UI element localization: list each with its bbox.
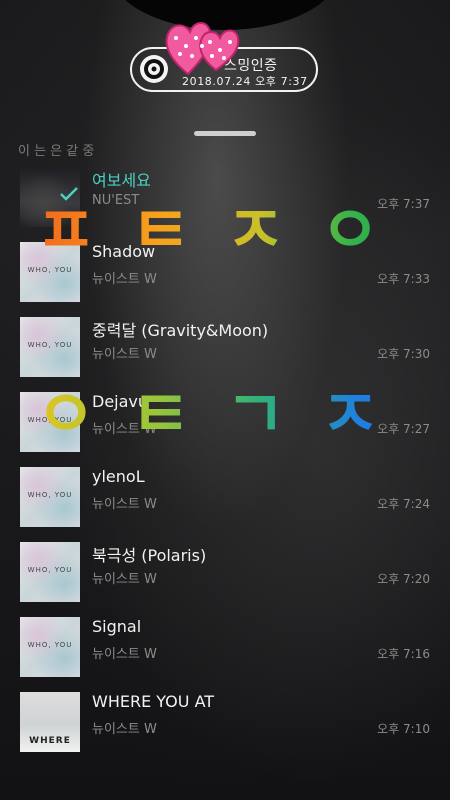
album-art-text: WHO, YOU (27, 266, 73, 274)
song-artist: 뉴이스트 W (92, 497, 157, 512)
list-item[interactable]: 여보세요 NU'EST 오후 7:37 (0, 165, 450, 240)
song-artist: 뉴이스트 W (92, 722, 157, 737)
album-art-text: WHO, YOU (27, 341, 73, 349)
list-item[interactable]: WHO, YOU ylenoL 뉴이스트 W 오후 7:24 (0, 465, 450, 540)
song-title: 북극성 (Polaris) (92, 546, 207, 565)
song-title: ylenoL (92, 467, 145, 486)
album-art-text: WHERE (29, 736, 71, 746)
song-title: Dejavu (92, 392, 149, 411)
list-item[interactable]: WHO, YOU 중력달 (Gravity&Moon) 뉴이스트 W 오후 7:30 (0, 315, 450, 390)
album-art: WHO, YOU (20, 542, 80, 602)
hearts-sticker (165, 22, 240, 76)
played-time: 오후 7:24 (377, 497, 430, 511)
album-art: WHO, YOU (20, 467, 80, 527)
album-art-text: WHO, YOU (27, 491, 73, 499)
checkmark-icon (60, 187, 78, 201)
song-artist: 뉴이스트 W (92, 572, 157, 587)
album-art: WHO, YOU (20, 617, 80, 677)
drag-handle[interactable] (194, 131, 256, 136)
album-art-text: WHO, YOU (27, 641, 73, 649)
song-title: Shadow (92, 242, 156, 261)
song-artist: 뉴이스트 W (92, 647, 157, 662)
album-art: WHERE (20, 692, 80, 752)
album-art-text: WHO, YOU (27, 416, 73, 424)
played-time: 오후 7:27 (377, 422, 430, 436)
song-artist: 뉴이스트 W (92, 272, 157, 287)
played-time: 오후 7:30 (377, 347, 430, 361)
album-art-text: WHO, YOU (27, 566, 73, 574)
song-title: 중력달 (Gravity&Moon) (92, 321, 269, 340)
song-artist: 뉴이스트 W (92, 422, 157, 437)
list-item[interactable]: WHO, YOU Dejavu 뉴이스트 W 오후 7:27 (0, 390, 450, 465)
song-title: Signal (92, 617, 142, 636)
song-title: WHERE YOU AT (92, 692, 215, 711)
album-art: WHO, YOU (20, 317, 80, 377)
played-time: 오후 7:16 (377, 647, 430, 661)
list-item[interactable]: WHO, YOU Shadow 뉴이스트 W 오후 7:33 (0, 240, 450, 315)
album-art: WHO, YOU (20, 392, 80, 452)
album-art (20, 167, 80, 227)
played-time: 오후 7:20 (377, 572, 430, 586)
played-time: 오후 7:37 (377, 197, 430, 211)
song-title: 여보세요 (92, 171, 151, 190)
played-time: 오후 7:10 (377, 722, 430, 736)
faint-text: 이 는 은 같 중 (18, 144, 95, 158)
song-artist: NU'EST (92, 193, 140, 208)
list-item[interactable]: WHO, YOU 북극성 (Polaris) 뉴이스트 W 오후 7:20 (0, 540, 450, 615)
album-art: WHO, YOU (20, 242, 80, 302)
played-time: 오후 7:33 (377, 272, 430, 286)
song-artist: 뉴이스트 W (92, 347, 157, 362)
list-item[interactable]: WHERE WHERE YOU AT 뉴이스트 W 오후 7:10 (0, 690, 450, 765)
list-item[interactable]: WHO, YOU Signal 뉴이스트 W 오후 7:16 (0, 615, 450, 690)
